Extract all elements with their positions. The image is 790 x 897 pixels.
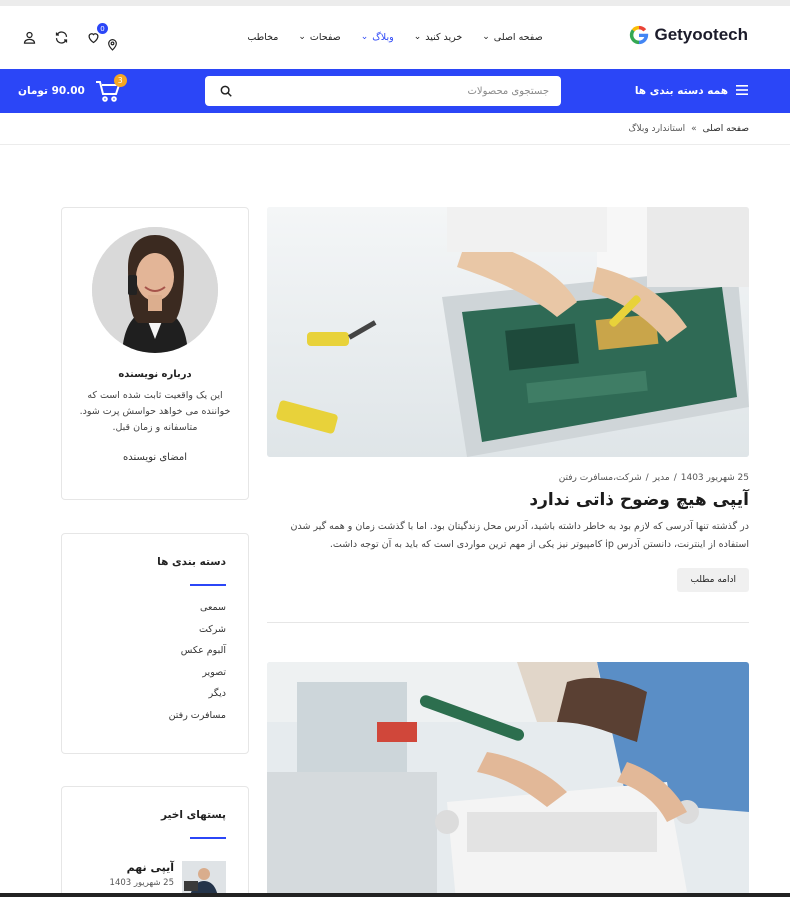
- recent-post-item[interactable]: آیپی نهم 25 شهریور 1403: [62, 861, 248, 897]
- categories-widget-title: دسته بندی ها: [157, 556, 226, 568]
- user-icon[interactable]: [20, 28, 38, 46]
- nav-item-label: وبلاگ: [372, 32, 394, 43]
- categories-widget: دسته بندی ها سمعی شرکت آلبوم عکس تصویر د…: [61, 533, 249, 754]
- category-link[interactable]: تصویر: [62, 667, 226, 689]
- read-more-button[interactable]: ادامه مطلب: [677, 568, 749, 592]
- category-list: سمعی شرکت آلبوم عکس تصویر دیگر مسافرت رف…: [62, 602, 248, 731]
- hamburger-icon: [736, 84, 748, 98]
- header-icons: 0: [20, 23, 108, 46]
- search-box: [205, 76, 561, 106]
- author-widget-title: درباره نویسنده: [118, 369, 192, 380]
- cart-count-badge: 3: [113, 74, 127, 87]
- all-categories-label: همه دسته بندی ها: [634, 85, 728, 97]
- wishlist-badge: 0: [97, 23, 108, 34]
- post-meta: 25 شهریور 1403 / مدیر / شرکت،مسافرت رفتن: [267, 473, 749, 483]
- cart-button[interactable]: 90.00 تومان 3: [18, 69, 127, 113]
- category-link[interactable]: آلبوم عکس: [62, 645, 226, 667]
- recent-post-title[interactable]: آیپی نهم: [110, 861, 174, 874]
- author-description: این یک واقعیت ثابت شده است که خواننده می…: [79, 390, 231, 433]
- breadcrumb-separator: »: [691, 123, 697, 134]
- post-date: 25 شهریور 1403: [680, 473, 749, 483]
- breadcrumb-home-link[interactable]: صفحه اصلی: [703, 124, 749, 134]
- category-link[interactable]: شرکت: [62, 624, 226, 646]
- category-link[interactable]: دیگر: [62, 688, 226, 710]
- site-header: Getyootech صفحه اصلی ⌄ خرید کنید ⌄ وبلاگ…: [0, 6, 790, 69]
- chevron-down-icon: ⌄: [482, 32, 490, 42]
- recent-posts-title: پستهای اخیر: [160, 809, 226, 821]
- nav-item-label: صفحات: [309, 32, 341, 43]
- nav-item-home[interactable]: صفحه اصلی ⌄: [482, 32, 542, 43]
- breadcrumb: صفحه اصلی » استاندارد وبلاگ: [0, 113, 790, 145]
- nav-item-label: مخاطب: [247, 32, 279, 43]
- author-widget: درباره نویسنده این یک واقعیت ثابت شده اس…: [61, 207, 249, 500]
- post-title[interactable]: آیپی هیچ وضوح ذاتی ندارد: [267, 490, 749, 510]
- post-divider: [267, 622, 749, 623]
- blog-post: [267, 662, 749, 897]
- title-underline: [190, 584, 226, 586]
- cart-icon: 3: [95, 74, 127, 102]
- post-image-electronics-repair[interactable]: [267, 207, 749, 457]
- all-categories-button[interactable]: همه دسته بندی ها: [635, 69, 748, 113]
- chevron-down-icon: ⌄: [413, 32, 422, 42]
- post-category[interactable]: شرکت،مسافرت رفتن: [559, 473, 642, 483]
- chevron-down-icon: ⌄: [360, 32, 369, 42]
- chevron-down-icon: ⌄: [298, 32, 306, 42]
- blog-post: 25 شهریور 1403 / مدیر / شرکت،مسافرت رفتن…: [267, 207, 749, 623]
- wishlist-icon[interactable]: 0: [84, 23, 108, 46]
- location-icon[interactable]: [103, 35, 121, 53]
- recent-post-text: آیپی نهم 25 شهریور 1403: [110, 861, 174, 888]
- post-image-drone-repair[interactable]: [267, 662, 749, 897]
- category-search-bar: همه دسته بندی ها 90.00 تومان 3: [0, 69, 790, 113]
- bottom-strip: [0, 893, 790, 897]
- post-author[interactable]: مدیر: [653, 473, 670, 483]
- category-link[interactable]: سمعی: [62, 602, 226, 624]
- compare-icon[interactable]: [52, 28, 70, 46]
- title-underline: [190, 837, 226, 839]
- nav-item-pages[interactable]: صفحات ⌄: [298, 32, 340, 43]
- search-input[interactable]: [247, 76, 561, 106]
- nav-item-contact[interactable]: مخاطب: [247, 32, 278, 43]
- search-button[interactable]: [205, 76, 247, 106]
- breadcrumb-current: استاندارد وبلاگ: [628, 123, 686, 134]
- nav-item-shop[interactable]: خرید کنید ⌄: [414, 32, 463, 43]
- nav-item-blog[interactable]: وبلاگ ⌄: [361, 32, 394, 43]
- cart-total: 90.00 تومان: [18, 85, 85, 97]
- post-excerpt: در گذشته تنها آدرسی که لازم بود به خاطر …: [290, 521, 749, 550]
- category-link[interactable]: مسافرت رفتن: [62, 710, 226, 732]
- recent-post-thumbnail[interactable]: [182, 861, 226, 897]
- nav-item-label: خرید کنید: [425, 32, 463, 43]
- author-signature: امضای نویسنده: [122, 452, 188, 463]
- author-photo: [92, 227, 218, 353]
- recent-post-date: 25 شهریور 1403: [109, 878, 174, 888]
- meta-separator: /: [645, 473, 649, 483]
- recent-posts-widget: پستهای اخیر آیپی نهم 25 شهریور 1403: [61, 786, 249, 897]
- search-icon: [220, 85, 232, 97]
- nav-item-label: صفحه اصلی: [493, 32, 543, 43]
- meta-separator: /: [673, 473, 677, 483]
